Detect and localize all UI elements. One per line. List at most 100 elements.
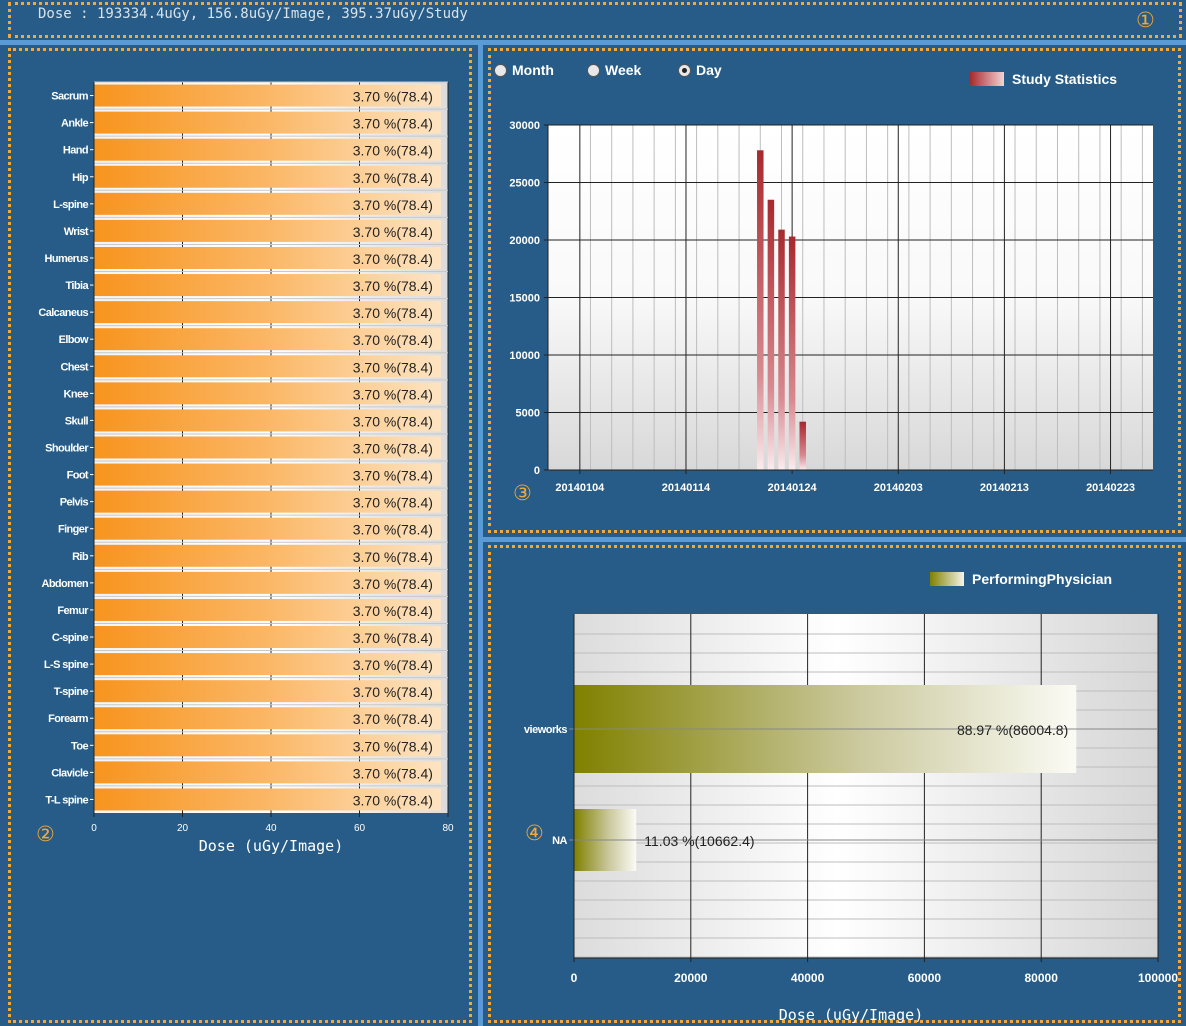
- category-label: Hip: [72, 172, 89, 184]
- category-label: Tibia: [66, 280, 90, 292]
- period-day-radio[interactable]: Day: [678, 62, 722, 78]
- category-label: Hand: [63, 145, 88, 157]
- x-tick-label: 60000: [908, 971, 942, 985]
- study-statistics-chart: 0 5000 10000 15000 20000 25000 30000 20140104 20…: [509, 120, 1153, 494]
- data-label: 3.70 %(78.4): [353, 657, 433, 673]
- data-label: 3.70 %(78.4): [353, 576, 433, 592]
- period-week-label: Week: [605, 62, 642, 78]
- category-label: Humerus: [45, 253, 89, 265]
- study-statistics-panel: ③ 0 5000 10000 15000 20000 25000 30000 20140104…: [483, 45, 1186, 537]
- category-label: Skull: [65, 415, 89, 427]
- x-tick-label: 20140114: [662, 482, 711, 494]
- x-tick-label: 80000: [1025, 971, 1059, 985]
- period-day-label: Day: [696, 62, 722, 78]
- category-label: L-S spine: [44, 659, 89, 671]
- data-label: 88.97 %(86004.8): [957, 722, 1068, 738]
- data-label: 3.70 %(78.4): [353, 170, 433, 186]
- physician-legend: PerformingPhysician: [930, 571, 1112, 587]
- category-label: Ankle: [61, 118, 88, 130]
- bar: [767, 199, 775, 470]
- data-label: 3.70 %(78.4): [353, 792, 433, 808]
- x-tick-label: 0: [91, 823, 97, 834]
- data-label: 3.70 %(78.4): [353, 711, 433, 727]
- data-label: 3.70 %(78.4): [353, 603, 433, 619]
- x-tick-label: 20140203: [874, 482, 923, 494]
- data-label: 3.70 %(78.4): [353, 522, 433, 538]
- data-label: 3.70 %(78.4): [353, 278, 433, 294]
- dose-summary-bar: Dose : 193334.4uGy, 156.8uGy/Image, 395.…: [0, 0, 1186, 40]
- x-axis-title: Dose (uGy/Image): [199, 837, 344, 855]
- x-tick-label: 80: [442, 823, 454, 834]
- y-tick-label: 20000: [509, 235, 540, 247]
- physician-panel: ④ 0 20000 40000 60000 80000 100000 vieworks 88.…: [483, 542, 1186, 1026]
- category-label: T-L spine: [45, 794, 88, 806]
- x-tick-label: 20: [177, 823, 189, 834]
- data-label: 3.70 %(78.4): [353, 116, 433, 132]
- category-label: Chest: [60, 361, 88, 373]
- data-label: 3.70 %(78.4): [353, 224, 433, 240]
- bar: [778, 229, 785, 470]
- x-tick-label: 20140124: [768, 482, 818, 494]
- study-legend: Study Statistics: [970, 71, 1117, 87]
- category-label: Rib: [72, 551, 89, 563]
- data-label: 3.70 %(78.4): [353, 413, 433, 429]
- data-label: 3.70 %(78.4): [353, 441, 433, 457]
- data-label: 3.70 %(78.4): [353, 251, 433, 267]
- data-label: 3.70 %(78.4): [353, 359, 433, 375]
- category-label: Sacrum: [51, 91, 89, 103]
- data-label: 3.70 %(78.4): [353, 143, 433, 159]
- panel-marker-1: ①: [1136, 8, 1155, 32]
- x-tick-label: 20140223: [1086, 482, 1135, 494]
- data-label: 3.70 %(78.4): [353, 738, 433, 754]
- category-label: Shoulder: [45, 443, 89, 455]
- data-label: 3.70 %(78.4): [353, 332, 433, 348]
- category-label: Clavicle: [51, 767, 88, 779]
- category-label: vieworks: [524, 724, 567, 736]
- x-tick-label: 20000: [674, 971, 708, 985]
- x-tick-label: 0: [571, 971, 578, 985]
- y-tick-label: 15000: [509, 293, 540, 305]
- x-tick-label: 40: [265, 823, 277, 834]
- study-legend-swatch: [970, 72, 1004, 86]
- data-label: 3.70 %(78.4): [353, 305, 433, 321]
- dose-summary-text: Dose : 193334.4uGy, 156.8uGy/Image, 395.…: [38, 6, 468, 22]
- y-tick-label: 0: [534, 465, 540, 477]
- category-label: Elbow: [59, 334, 89, 346]
- y-tick-label: 5000: [516, 408, 540, 420]
- x-tick-label: 60: [354, 823, 366, 834]
- radio-circle-icon: [587, 63, 600, 77]
- bar: [788, 236, 796, 470]
- category-label: Abdomen: [41, 578, 88, 590]
- y-tick-label: 30000: [509, 120, 540, 132]
- category-label: NA: [552, 835, 567, 847]
- y-tick-label: 25000: [509, 178, 540, 190]
- category-label: T-spine: [54, 686, 89, 698]
- period-week-radio[interactable]: Week: [587, 62, 641, 78]
- period-month-radio[interactable]: Month: [494, 62, 554, 78]
- physician-legend-swatch: [930, 572, 964, 586]
- data-label: 3.70 %(78.4): [353, 495, 433, 511]
- data-label: 3.70 %(78.4): [353, 684, 433, 700]
- x-axis-title: Dose (uGy/Image): [779, 1006, 924, 1024]
- period-month-label: Month: [512, 62, 554, 78]
- data-label: 3.70 %(78.4): [353, 549, 433, 565]
- category-label: C-spine: [52, 632, 89, 644]
- radio-circle-icon: [494, 63, 507, 77]
- category-label: Femur: [57, 605, 89, 617]
- data-label: 3.70 %(78.4): [353, 765, 433, 781]
- data-label: 3.70 %(78.4): [353, 468, 433, 484]
- data-label: 3.70 %(78.4): [353, 386, 433, 402]
- radio-selected-icon: [678, 63, 691, 77]
- category-label: Pelvis: [60, 497, 89, 509]
- bar: [757, 150, 764, 471]
- body-part-dose-chart: 0 20 40 60 80 Sacrum 3.70 %(78.4) Ankle 3.70 %(7…: [38, 81, 454, 855]
- x-tick-label: 20140104: [555, 482, 605, 494]
- x-tick-label: 40000: [791, 971, 825, 985]
- physician-legend-label: PerformingPhysician: [972, 571, 1113, 587]
- data-label: 3.70 %(78.4): [353, 197, 433, 213]
- study-legend-label: Study Statistics: [1012, 71, 1118, 87]
- performing-physician-chart: 0 20000 40000 60000 80000 100000 vieworks 88.97…: [524, 614, 1178, 1024]
- bar: [799, 421, 806, 470]
- x-tick-label: 20140213: [980, 482, 1029, 494]
- y-tick-label: 10000: [509, 350, 540, 362]
